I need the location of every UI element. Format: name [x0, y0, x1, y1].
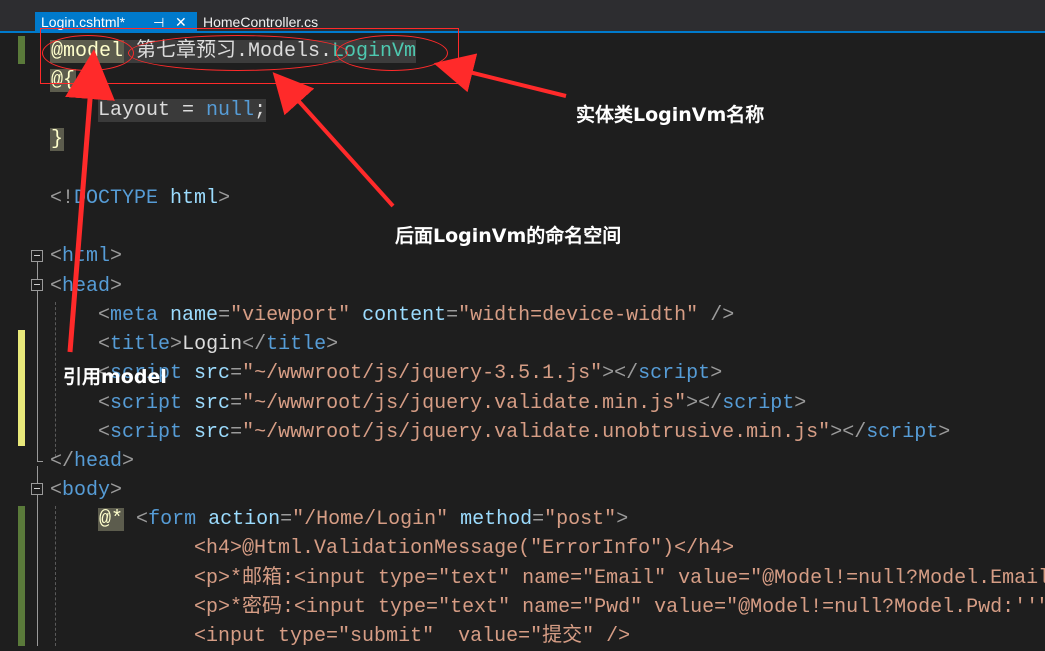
annotation-entity-name: 实体类LoginVm名称	[576, 104, 765, 126]
arrow-to-model-keyword	[65, 49, 115, 353]
arrow-to-type-name	[433, 53, 567, 98]
annotation-namespace-note: 后面LoginVm的命名空间	[395, 225, 622, 247]
annotation-arrows	[65, 49, 567, 353]
annotation-model-ref: 引用model	[63, 366, 167, 388]
arrow-to-namespace	[272, 72, 395, 208]
